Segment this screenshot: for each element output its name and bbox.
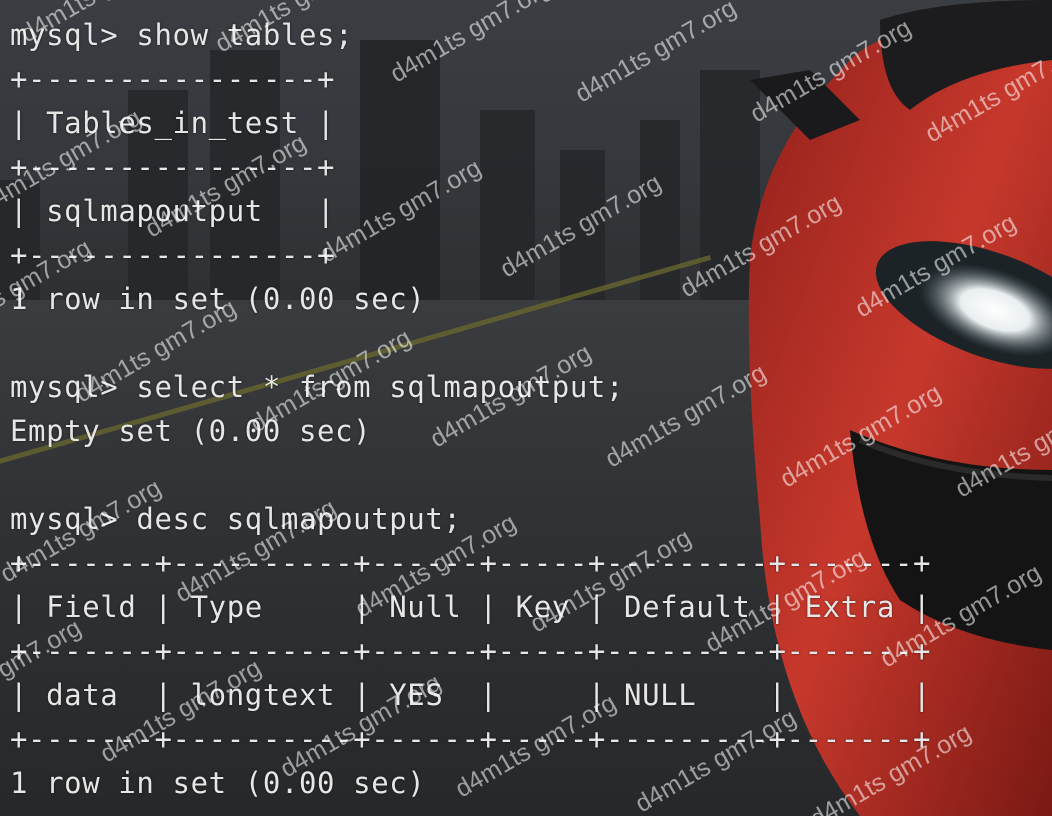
table-row: | data | longtext | YES | | NULL | |: [10, 678, 932, 712]
table-header-row: | Field | Type | Null | Key | Default | …: [10, 590, 932, 624]
result-summary: 1 row in set (0.00 sec): [10, 766, 426, 800]
result-summary: 1 row in set (0.00 sec): [10, 282, 426, 316]
table-border: +-------+----------+------+-----+-------…: [10, 722, 932, 756]
table-border: +----------------+: [10, 62, 336, 96]
table-border: +-------+----------+------+-----+-------…: [10, 634, 932, 668]
terminal-line: mysql> desc sqlmapoutput;: [10, 502, 462, 536]
table-header-row: | Tables_in_test |: [10, 106, 336, 140]
table-row: | sqlmapoutput |: [10, 194, 336, 228]
result-summary: Empty set (0.00 sec): [10, 414, 372, 448]
table-border: +----------------+: [10, 150, 336, 184]
terminal-line: mysql> select * from sqlmapoutput;: [10, 370, 625, 404]
table-border: +----------------+: [10, 238, 336, 272]
table-border: +-------+----------+------+-----+-------…: [10, 546, 932, 580]
terminal-output: mysql> show tables; +----------------+ | T…: [10, 13, 931, 805]
terminal-line: mysql> show tables;: [10, 18, 354, 52]
